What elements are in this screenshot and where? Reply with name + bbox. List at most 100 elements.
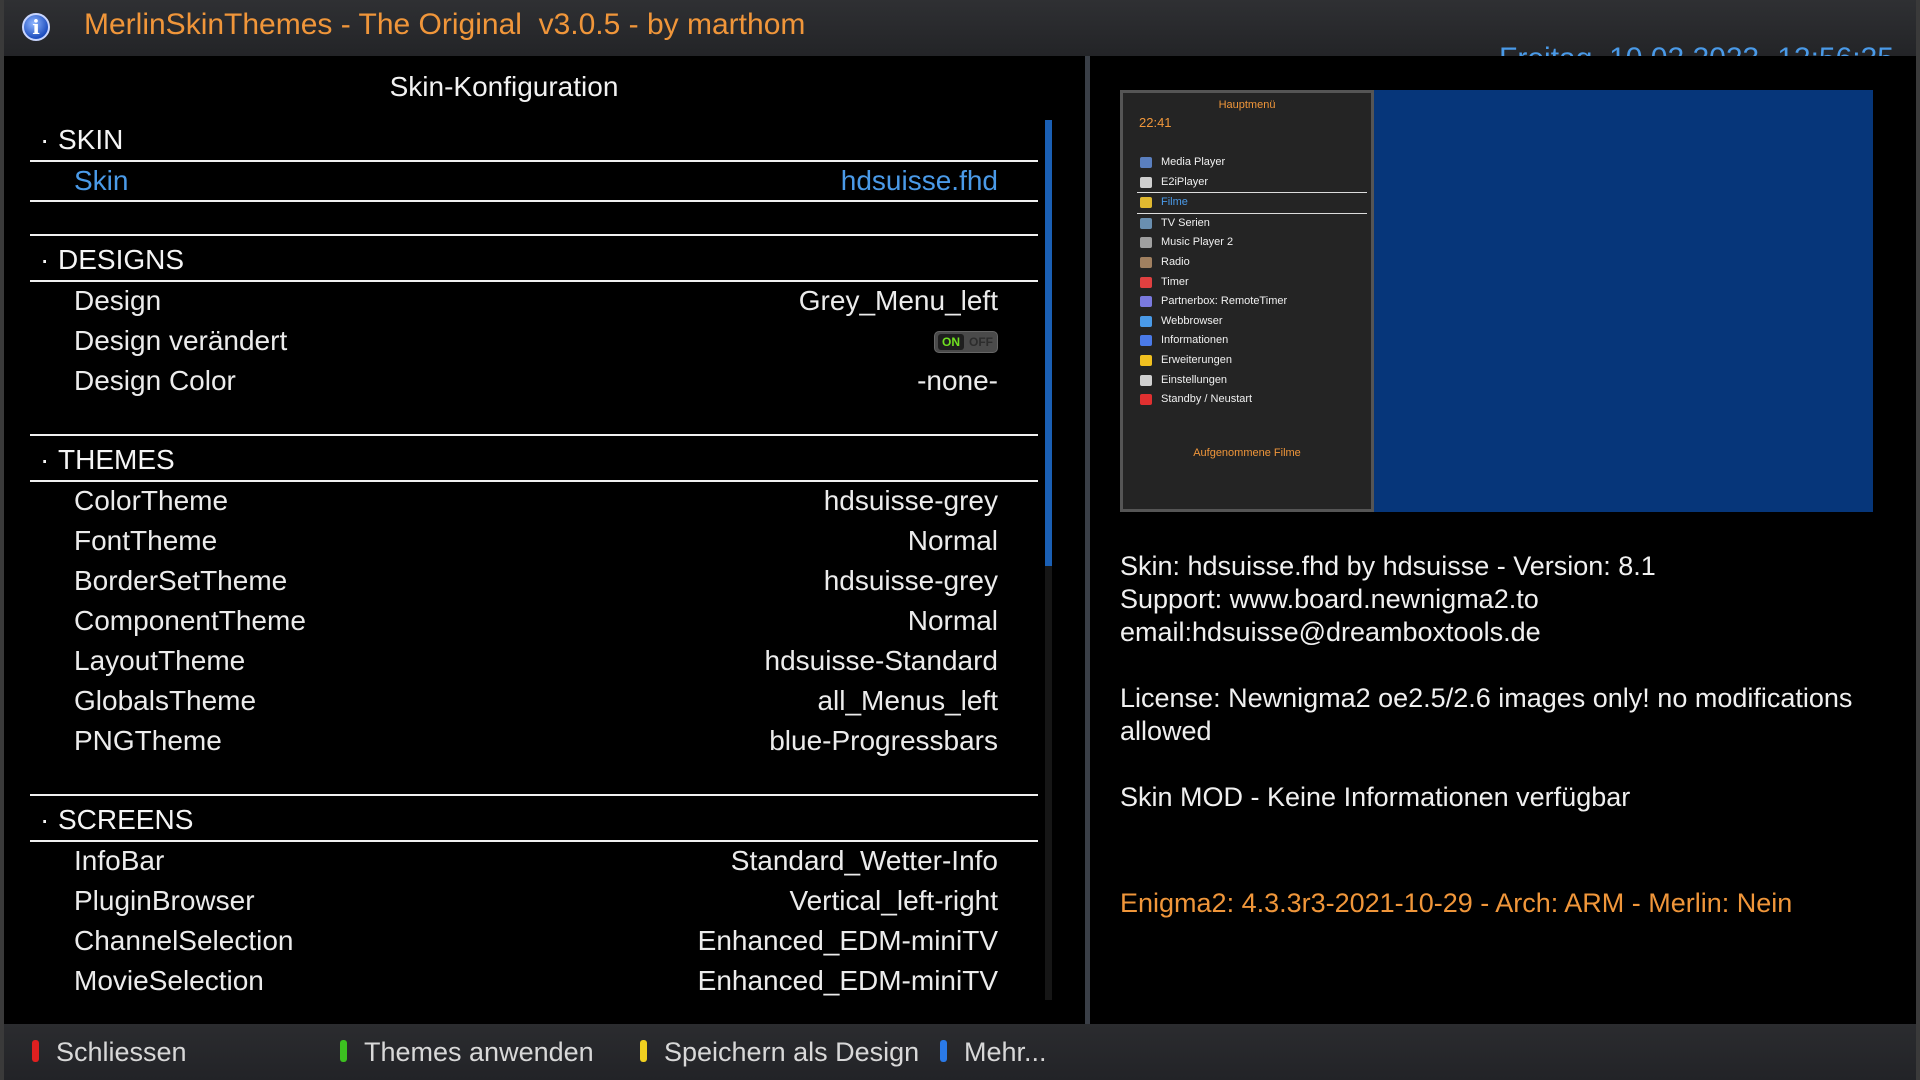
config-label: Design Color	[74, 365, 236, 396]
config-value: hdsuisse.fhd	[840, 165, 998, 196]
preview-menu-item: Media Player	[1137, 153, 1367, 173]
config-label: Design	[74, 285, 162, 316]
config-row[interactable]: Design Grey_Menu_left	[30, 280, 1038, 320]
enigma-version: Enigma2: 4.3.3r3-2021-10-29 - Arch: ARM …	[1120, 888, 1793, 918]
config-list: SKIN Skin hdsuisse.fhd DESIGNS Design Grey_Me…	[30, 120, 1038, 1000]
section-label: SKIN	[40, 124, 123, 156]
preview-menu-label: Webbrowser	[1161, 314, 1223, 327]
section-header: DESIGNS	[30, 234, 1038, 282]
info-icon[interactable]: i	[22, 13, 50, 41]
window-frame: i MerlinSkinThemes - The Original v3.0.5…	[0, 0, 1920, 1080]
green-button-label: Themes anwenden	[364, 1037, 594, 1067]
config-row[interactable]: InfoBar Standard_Wetter-Info	[30, 840, 1038, 880]
partnerbox-icon	[1140, 296, 1152, 308]
toggle-on-label: ON	[938, 334, 964, 350]
section-header: SCREENS	[30, 794, 1038, 842]
config-row[interactable]: Skin hdsuisse.fhd	[30, 160, 1038, 202]
scrollbar[interactable]	[1045, 120, 1052, 1000]
config-value: all_Menus_left	[817, 685, 998, 716]
config-row[interactable]: FontTheme Normal	[30, 520, 1038, 560]
info-icon	[1140, 335, 1152, 347]
preview-menu-item: Informationen	[1137, 331, 1367, 351]
scrollbar-thumb[interactable]	[1045, 120, 1052, 566]
email-line: email:hdsuisse@dreamboxtools.de	[1120, 617, 1541, 647]
preview-menu-label: Radio	[1161, 255, 1190, 268]
skin-preview: Hauptmenü 22:41 Media Player E2iPlayer Fil…	[1120, 90, 1873, 512]
preview-menu-item: Filme	[1137, 192, 1367, 214]
config-value: hdsuisse-grey	[823, 565, 998, 596]
config-row[interactable]: ChannelSelection Enhanced_EDM-miniTV	[30, 920, 1038, 960]
config-row[interactable]: LayoutTheme hdsuisse-Standard	[30, 640, 1038, 680]
config-label: ColorTheme	[74, 485, 229, 516]
preview-menu-item: Music Player 2	[1137, 233, 1367, 253]
config-value: Standard_Wetter-Info	[730, 845, 998, 876]
preview-footer: Aufgenommene Filme	[1193, 447, 1301, 459]
red-button-label: Schliessen	[56, 1037, 187, 1067]
config-row[interactable]: GlobalsTheme all_Menus_left	[30, 680, 1038, 720]
preview-menu-label: Informationen	[1161, 334, 1229, 347]
config-value: hdsuisse-Standard	[764, 645, 998, 676]
config-value: blue-Progressbars	[769, 725, 998, 756]
config-row[interactable]: BorderSetTheme hdsuisse-grey	[30, 560, 1038, 600]
preview-menu-label: Einstellungen	[1161, 373, 1228, 386]
gear-icon	[1140, 374, 1152, 386]
config-row[interactable]: Design Color -none-	[30, 360, 1038, 400]
preview-menu-item: Webbrowser	[1137, 312, 1367, 332]
preview-menu-label: Media Player	[1161, 156, 1226, 168]
config-value: Enhanced_EDM-miniTV	[697, 925, 998, 956]
section-divider	[30, 794, 1038, 796]
config-value: Enhanced_EDM-miniTV	[697, 965, 998, 996]
config-label: InfoBar	[74, 845, 165, 876]
music-icon	[1140, 237, 1152, 249]
film-icon	[1140, 197, 1152, 209]
config-label: BorderSetTheme	[74, 565, 288, 596]
green-key-icon	[340, 1040, 347, 1062]
tv-icon	[1140, 217, 1152, 229]
skin-info-text: Skin: hdsuisse.fhd by hdsuisse - Version…	[1120, 550, 1880, 814]
preview-menu-item: Erweiterungen	[1137, 351, 1367, 371]
preview-menu-item: Partnerbox: RemoteTimer	[1137, 292, 1367, 312]
preview-menu-label: Music Player 2	[1161, 236, 1234, 249]
preview-menu-label: Erweiterungen	[1161, 353, 1232, 366]
preview-menu-label: Filme	[1161, 196, 1188, 209]
preview-main-menu: Hauptmenü 22:41 Media Player E2iPlayer Fil…	[1120, 90, 1374, 512]
config-row[interactable]: Design verändert ON OFF	[30, 320, 1038, 360]
yellow-button-label: Speichern als Design	[664, 1037, 920, 1067]
section-label: SCREENS	[40, 804, 193, 836]
config-value: Normal	[907, 525, 998, 556]
config-row[interactable]: PNGTheme blue-Progressbars	[30, 720, 1038, 760]
config-value: Normal	[907, 605, 998, 636]
config-row[interactable]: ColorTheme hdsuisse-grey	[30, 480, 1038, 520]
config-label: PNGTheme	[74, 725, 222, 756]
button-bar: Schliessen Themes anwenden Speichern als…	[4, 1024, 1916, 1080]
preview-menu-label: Partnerbox: RemoteTimer	[1161, 295, 1288, 308]
preview-menu-item: Timer	[1137, 273, 1367, 293]
skin-info-line: Skin: hdsuisse.fhd by hdsuisse - Version…	[1120, 551, 1656, 581]
preview-menu-label: E2iPlayer	[1161, 175, 1209, 188]
config-row[interactable]: ComponentTheme Normal	[30, 600, 1038, 640]
config-label: FontTheme	[74, 525, 218, 556]
config-value: -none-	[917, 365, 998, 396]
blue-button-label: Mehr...	[964, 1037, 1047, 1067]
timer-icon	[1140, 276, 1152, 288]
config-label: Skin	[74, 165, 129, 196]
preview-menu-item: Standby / Neustart	[1137, 390, 1367, 410]
radio-icon	[1140, 256, 1152, 268]
yellow-key-icon	[640, 1040, 647, 1062]
config-label: Design verändert	[74, 325, 288, 356]
support-line: Support: www.board.newnigma2.to	[1120, 584, 1539, 614]
preview-menu-label: Timer	[1161, 275, 1189, 288]
star-icon	[1140, 354, 1152, 366]
app-title: MerlinSkinThemes - The Original v3.0.5 -…	[84, 8, 806, 41]
config-panel: Skin-Konfiguration SKIN Skin hdsuisse.fhd D…	[4, 56, 1085, 1024]
config-row[interactable]: PluginBrowser Vertical_left-right	[30, 880, 1038, 920]
preview-menu-label: TV Serien	[1161, 216, 1210, 229]
config-value: Grey_Menu_left	[798, 285, 998, 316]
on-off-toggle[interactable]: ON OFF	[934, 331, 998, 353]
section-label: THEMES	[40, 444, 175, 476]
globe-icon	[1140, 315, 1152, 327]
red-key-icon	[32, 1040, 39, 1062]
blue-key-icon	[940, 1040, 947, 1062]
config-row[interactable]: MovieSelection Enhanced_EDM-miniTV	[30, 960, 1038, 1000]
preview-menu-list: Media Player E2iPlayer Filme TV Serien Music…	[1137, 153, 1367, 410]
